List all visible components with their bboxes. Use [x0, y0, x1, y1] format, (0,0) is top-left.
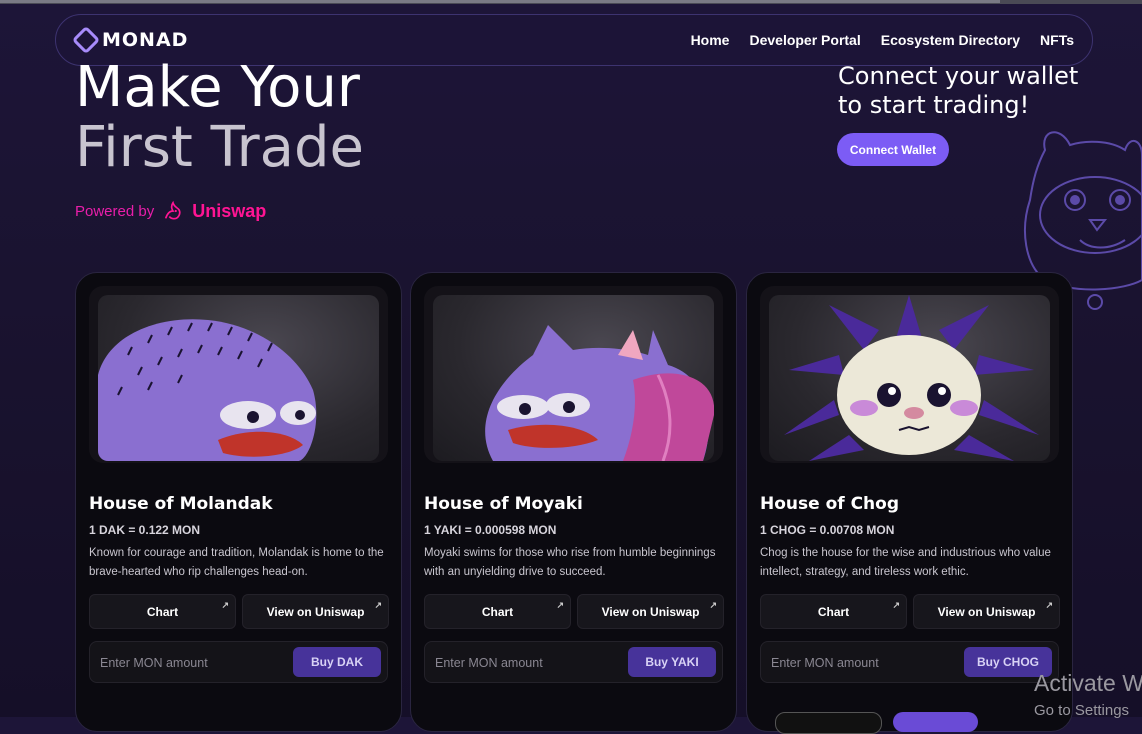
nav-link-home[interactable]: Home: [691, 32, 730, 48]
house-card-chog: House of Chog 1 CHOG = 0.00708 MON Chog …: [746, 272, 1073, 732]
chart-button-label: Chart: [481, 604, 514, 619]
chart-button[interactable]: Chart ↗: [760, 594, 907, 629]
chart-button-label: Chart: [817, 604, 850, 619]
windows-activation-watermark: Activate W: [1034, 670, 1142, 696]
monad-logo[interactable]: MONAD: [71, 25, 189, 55]
external-link-icon: ↗: [709, 600, 717, 610]
partial-bottom-accent-button[interactable]: [893, 712, 978, 732]
external-link-icon: ↗: [892, 600, 900, 610]
uniswap-button-label: View on Uniswap: [937, 604, 1036, 619]
buy-form: Buy DAK: [89, 641, 388, 683]
connect-wallet-button[interactable]: Connect Wallet: [837, 133, 949, 166]
hero-title-line1: Make Your: [75, 55, 360, 120]
chog-character-icon: [784, 295, 1039, 461]
card-title: House of Moyaki: [424, 494, 583, 514]
chart-button-label: Chart: [146, 604, 179, 619]
mon-amount-input[interactable]: [769, 648, 963, 678]
card-action-row: Chart ↗ View on Uniswap ↗: [89, 594, 389, 629]
house-card-molandak: House of Molandak 1 DAK = 0.122 MON Know…: [75, 272, 402, 732]
card-image-frame: [424, 286, 723, 463]
nav-link-ecosystem-directory[interactable]: Ecosystem Directory: [881, 32, 1020, 48]
logo-text: MONAD: [102, 29, 189, 51]
powered-by-uniswap[interactable]: Powered by Uniswap: [75, 200, 266, 222]
nav-link-nfts[interactable]: NFTs: [1040, 32, 1074, 48]
uniswap-button-label: View on Uniswap: [601, 604, 700, 619]
chart-button[interactable]: Chart ↗: [89, 594, 236, 629]
powered-by-label: Powered by: [75, 202, 155, 220]
moyaki-character-icon: [485, 325, 714, 461]
card-description: Moyaki swims for those who rise from hum…: [424, 547, 716, 578]
card-price: 1 YAKI = 0.000598 MON: [424, 523, 557, 537]
uniswap-brand: Uniswap: [192, 200, 267, 221]
external-link-icon: ↗: [221, 600, 229, 610]
card-description: Known for courage and tradition, Molanda…: [89, 547, 384, 578]
hero-title: Make Your First Trade: [75, 58, 364, 178]
nav-link-developer-portal[interactable]: Developer Portal: [749, 32, 860, 48]
buy-form: Buy CHOG: [760, 641, 1059, 683]
card-price: 1 CHOG = 0.00708 MON: [760, 523, 895, 537]
card-image-frame: [89, 286, 388, 463]
view-on-uniswap-button[interactable]: View on Uniswap ↗: [577, 594, 724, 629]
card-description: Chog is the house for the wise and indus…: [760, 547, 1051, 578]
nav-links: Home Developer Portal Ecosystem Director…: [691, 32, 1074, 48]
connect-wallet-message: Connect your wallet to start trading!: [838, 62, 1079, 119]
chog-image: [769, 295, 1050, 461]
external-link-icon: ↗: [1045, 600, 1053, 610]
windows-activation-subtext: Go to Settings: [1034, 702, 1130, 719]
view-on-uniswap-button[interactable]: View on Uniswap ↗: [242, 594, 389, 629]
card-title: House of Molandak: [89, 494, 273, 514]
uniswap-unicorn-icon: [165, 200, 181, 220]
browser-top-border: [0, 0, 1142, 4]
mon-amount-input[interactable]: [98, 648, 292, 678]
moyaki-image: [433, 295, 714, 461]
molandak-image: [98, 295, 379, 461]
buy-dak-button[interactable]: Buy DAK: [293, 647, 381, 677]
uniswap-button-label: View on Uniswap: [266, 604, 365, 619]
buy-yaki-button[interactable]: Buy YAKI: [628, 647, 716, 677]
external-link-icon: ↗: [556, 600, 564, 610]
monad-logo-icon: [71, 25, 101, 55]
card-action-row: Chart ↗ View on Uniswap ↗: [760, 594, 1060, 629]
card-action-row: Chart ↗ View on Uniswap ↗: [424, 594, 724, 629]
external-link-icon: ↗: [374, 600, 382, 610]
chart-button[interactable]: Chart ↗: [424, 594, 571, 629]
hero-title-line2: First Trade: [75, 115, 364, 180]
house-card-moyaki: House of Moyaki 1 YAKI = 0.000598 MON Mo…: [410, 272, 737, 732]
scroll-indicator: [0, 0, 1000, 3]
molandak-character-icon: [98, 319, 317, 461]
card-title: House of Chog: [760, 494, 899, 514]
buy-form: Buy YAKI: [424, 641, 723, 683]
mon-amount-input[interactable]: [433, 648, 627, 678]
partial-bottom-button[interactable]: [775, 712, 882, 734]
view-on-uniswap-button[interactable]: View on Uniswap ↗: [913, 594, 1060, 629]
card-price: 1 DAK = 0.122 MON: [89, 523, 201, 537]
card-image-frame: [760, 286, 1059, 463]
